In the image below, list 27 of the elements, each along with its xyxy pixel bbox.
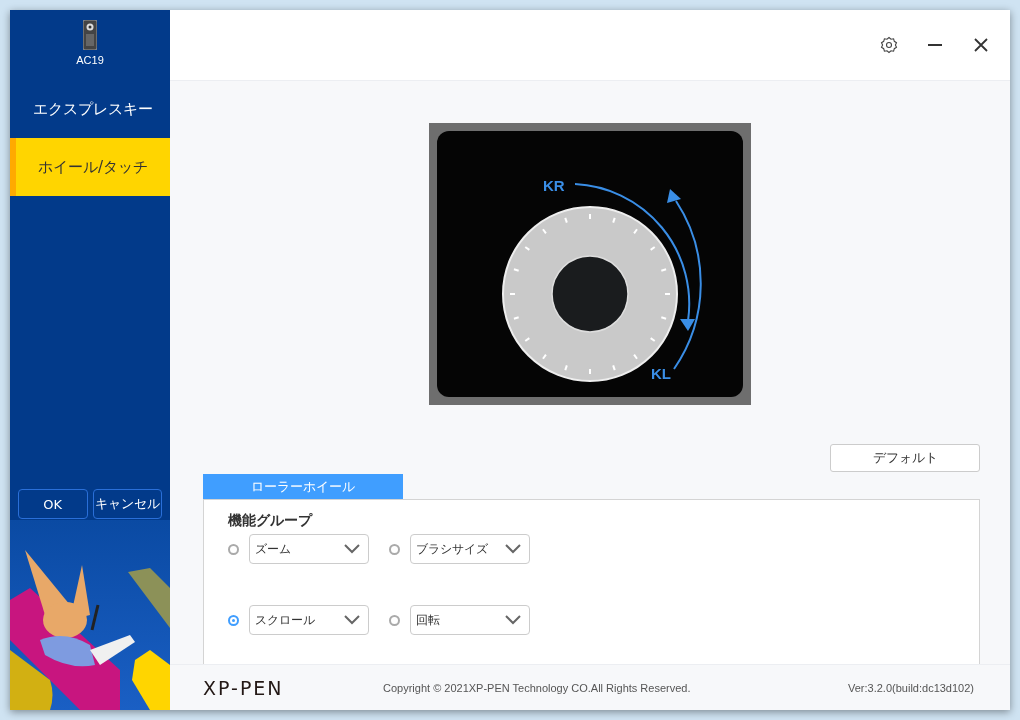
wheel-label: KL (651, 365, 671, 382)
radio-button[interactable] (389, 543, 400, 555)
dropdown[interactable]: スクロール (249, 605, 369, 635)
device-name: AC19 (76, 54, 104, 66)
cancel-button[interactable]: キャンセル (92, 489, 162, 519)
chevron-down-icon (505, 615, 521, 625)
device-icon (83, 20, 97, 50)
close-icon[interactable] (972, 36, 990, 54)
logo: XP-PEN (203, 676, 285, 699)
sidebar-item[interactable]: ホイール/タッチ (10, 138, 170, 196)
wheel-label: KR (543, 177, 565, 194)
chevron-down-icon (344, 544, 360, 554)
dropdown[interactable]: 回転 (410, 605, 530, 635)
group-title: 機能グループ (228, 512, 314, 530)
chevron-down-icon (505, 544, 521, 554)
default-button[interactable]: デフォルト (830, 444, 980, 472)
copyright-text: Copyright © 2021XP-PEN Technology CO.All Rights Reserved. (383, 681, 691, 694)
sidebar-item[interactable]: エクスプレスキー (10, 80, 170, 138)
radio-button[interactable] (228, 543, 239, 555)
dropdown[interactable]: ブラシサイズ (410, 534, 530, 564)
settings-icon[interactable] (880, 36, 898, 54)
dropdown[interactable]: ズーム (249, 534, 369, 564)
version-text: Ver:3.2.0(build:dc13d102) (848, 681, 974, 694)
radio-button[interactable] (389, 614, 400, 626)
chevron-down-icon (344, 615, 360, 625)
ok-button[interactable]: OK (18, 489, 88, 519)
radio-button[interactable] (228, 614, 239, 626)
